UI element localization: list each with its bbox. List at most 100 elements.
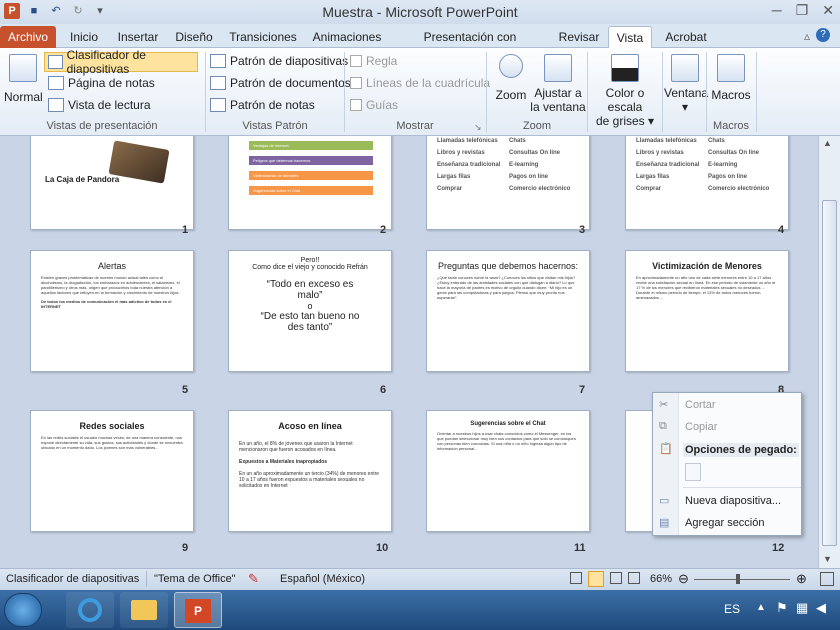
scissors-icon: ✂ — [659, 399, 669, 411]
agenda-item: Peligros que debemos hacernos — [249, 156, 373, 165]
spellcheck-icon[interactable]: ✎ — [248, 571, 259, 587]
status-language[interactable]: Español (México) — [280, 573, 365, 585]
slide-thumbnail-2[interactable]: Ventajas de Internet Peligros que debemo… — [228, 136, 392, 230]
copy-icon: ⧉ — [659, 420, 667, 432]
show-hidden-icons-icon[interactable]: ▲ — [756, 602, 766, 613]
zoom-in-icon[interactable]: ⊕ — [796, 571, 807, 587]
start-button-icon[interactable] — [4, 593, 42, 627]
maximize-icon[interactable]: ❐ — [796, 2, 809, 19]
fit-window-icon — [544, 54, 572, 82]
slide-thumbnail-4[interactable]: Llamadas telefónicas Chats Libros y revis… — [625, 136, 789, 230]
normal-view-status-icon[interactable] — [570, 572, 582, 584]
minimize-icon[interactable]: ─ — [772, 2, 782, 19]
tab-insertar[interactable]: Insertar — [112, 26, 164, 48]
tab-acrobat[interactable]: Acrobat — [660, 26, 712, 48]
internet-explorer-icon[interactable] — [66, 592, 114, 628]
slide-number: 11 — [574, 542, 586, 554]
ribbon-minimize-icon[interactable]: ▵ — [804, 29, 810, 43]
guides-checkbox[interactable]: Guías — [350, 98, 398, 112]
agenda-item: Sugerencias sobre el Chat — [249, 186, 373, 195]
ribbon-tabs: Archivo Inicio Insertar Diseño Transicio… — [0, 24, 840, 66]
slide-number: 10 — [376, 542, 389, 554]
color-grayscale-icon — [611, 54, 639, 82]
slide-thumbnail-7[interactable]: Preguntas que debemos hacernos: ¿Qué tan… — [426, 250, 590, 372]
window-button[interactable]: Ventana ▾ — [664, 54, 708, 114]
reading-view-status-icon[interactable] — [610, 572, 622, 584]
status-bar: Clasificador de diapositivas "Tema de Of… — [0, 568, 840, 590]
tab-archivo[interactable]: Archivo — [0, 26, 56, 48]
reading-view-button[interactable]: Vista de lectura — [48, 98, 151, 112]
close-icon[interactable]: ✕ — [822, 2, 834, 19]
slide-title: La Caja de Pandora — [45, 175, 120, 184]
slide-thumbnail-3[interactable]: Llamadas telefónicas Chats Libros y revis… — [426, 136, 590, 230]
add-section-icon: ▤ — [659, 517, 670, 529]
fit-window-button[interactable]: Ajustar a la ventana — [530, 54, 586, 114]
scroll-thumb[interactable] — [822, 200, 837, 546]
slide-thumbnail-10[interactable]: Acoso en línea En un año, el 8% de jóven… — [228, 410, 392, 532]
normal-view-icon — [9, 54, 37, 82]
slide-thumbnail-6[interactable]: Pero!! Como dice el viejo y conocido Ref… — [228, 250, 392, 372]
action-center-icon[interactable]: ⚑ — [776, 600, 788, 616]
normal-view-button[interactable]: Normal — [4, 54, 43, 104]
slide-thumbnail-1[interactable]: La Caja de Pandora — [30, 136, 194, 230]
zoom-out-icon[interactable]: ⊖ — [678, 571, 689, 587]
menu-item-cut[interactable]: Cortar — [685, 399, 716, 411]
window-title: Muestra - Microsoft PowerPoint — [322, 4, 518, 20]
file-explorer-icon[interactable] — [120, 592, 168, 628]
slide-thumbnail-5[interactable]: Alertas Existen graves problemáticas de … — [30, 250, 194, 372]
title-bar: P ■ ↶ ↻ ▾ Muestra - Microsoft PowerPoint… — [0, 0, 840, 24]
slide-thumbnail-9[interactable]: Redes sociales En las redes sociales el … — [30, 410, 194, 532]
slide-thumbnail-11[interactable]: Sugerencias sobre el Chat Orientar a nue… — [426, 410, 590, 532]
color-grayscale-button[interactable]: Color o escala de grises ▾ — [588, 54, 662, 128]
ribbon: Normal Clasificador de diapositivas Pági… — [0, 48, 840, 136]
zoom-slider-handle[interactable] — [736, 574, 740, 584]
powerpoint-taskbar-icon[interactable]: P — [174, 592, 222, 628]
notes-page-icon — [48, 76, 64, 90]
tab-revisar[interactable]: Revisar — [556, 26, 602, 48]
slideshow-status-icon[interactable] — [628, 572, 640, 584]
slide-sorter-button[interactable]: Clasificador de diapositivas — [44, 48, 198, 76]
tab-inicio[interactable]: Inicio — [62, 26, 106, 48]
paste-option-icon[interactable] — [685, 463, 701, 481]
sorter-view-status-icon[interactable] — [588, 571, 604, 587]
slide-master-button[interactable]: Patrón de diapositivas — [210, 54, 348, 68]
gridlines-checkbox-box — [350, 77, 362, 89]
notes-page-button[interactable]: Página de notas — [48, 76, 155, 90]
tab-diseno[interactable]: Diseño — [170, 26, 218, 48]
ruler-checkbox[interactable]: Regla — [350, 54, 397, 68]
agenda-item: Ventajas de Internet — [249, 141, 373, 150]
zoom-level[interactable]: 66% — [650, 573, 672, 585]
tab-vista[interactable]: Vista — [608, 26, 652, 48]
slide-number: 2 — [380, 224, 387, 236]
slide-number: 12 — [772, 542, 785, 554]
group-label-show: Mostrar — [396, 120, 434, 132]
macros-button[interactable]: Macros — [710, 54, 752, 102]
scroll-up-icon[interactable]: ▲ — [823, 138, 832, 148]
language-indicator[interactable]: ES — [724, 602, 740, 616]
context-menu: ✂ Cortar ⧉ Copiar 📋 Opciones de pegado: … — [652, 392, 802, 536]
fit-slide-icon[interactable] — [820, 572, 834, 586]
dialog-launcher-icon[interactable]: ↘ — [474, 122, 482, 133]
agenda-item: Victimización de Menores — [249, 171, 373, 180]
macros-icon — [717, 54, 745, 82]
scroll-down-icon[interactable]: ▼ — [823, 554, 832, 564]
tab-animaciones[interactable]: Animaciones — [308, 26, 386, 48]
paste-options-label: Opciones de pegado: — [683, 443, 799, 457]
menu-item-new-slide[interactable]: Nueva diapositiva... — [685, 495, 781, 507]
menu-item-copy[interactable]: Copiar — [685, 421, 717, 433]
slide-thumbnail-8[interactable]: Victimización de Menores En aproximadame… — [625, 250, 789, 372]
zoom-slider[interactable] — [694, 579, 790, 580]
handout-master-button[interactable]: Patrón de documentos — [210, 76, 351, 90]
volume-icon[interactable]: ◀ — [816, 600, 826, 616]
tab-presentacion[interactable]: Presentación con diapositivas — [392, 26, 548, 66]
notes-master-button[interactable]: Patrón de notas — [210, 98, 315, 112]
vertical-scrollbar[interactable]: ▲ ▼ — [818, 136, 840, 568]
menu-item-add-section[interactable]: Agregar sección — [685, 517, 765, 529]
slide-master-icon — [210, 54, 226, 68]
status-theme: "Tema de Office" — [154, 573, 236, 585]
zoom-button[interactable]: Zoom — [492, 54, 530, 102]
gridlines-checkbox[interactable]: Líneas de la cuadrícula — [350, 76, 490, 90]
network-icon[interactable]: ▦ — [796, 600, 808, 616]
tab-transiciones[interactable]: Transiciones — [226, 26, 300, 48]
help-icon[interactable]: ? — [816, 28, 830, 42]
